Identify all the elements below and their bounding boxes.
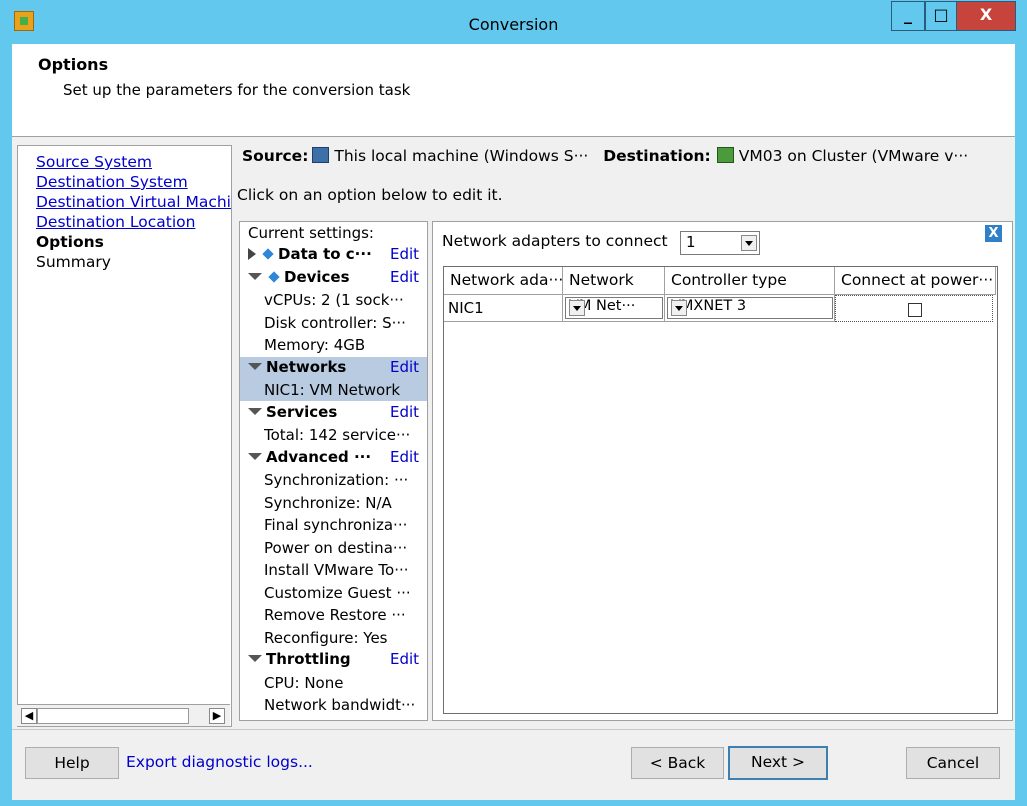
column-header-connect[interactable]: Connect at power···: [835, 267, 996, 295]
page-subtitle: Set up the parameters for the conversion…: [63, 81, 411, 99]
collapse-arrow-icon[interactable]: [248, 408, 262, 415]
expand-arrow-icon[interactable]: [248, 248, 256, 260]
next-button[interactable]: Next >: [728, 746, 828, 780]
virtual-machine-icon: [716, 147, 734, 163]
settings-heading: Current settings:: [248, 224, 374, 242]
networks-detail-panel: X Network adapters to connect 1 Network …: [432, 221, 1013, 721]
source-value: This local machine (Windows S···: [334, 147, 589, 165]
column-header-adapter[interactable]: Network ada···: [444, 267, 563, 295]
settings-data-to-copy[interactable]: Data to c··· Edit: [240, 244, 427, 266]
collapse-arrow-icon[interactable]: [248, 453, 262, 460]
diamond-icon: [262, 248, 274, 260]
cancel-button[interactable]: Cancel: [906, 747, 1000, 779]
network-select[interactable]: VM Net···: [565, 297, 663, 319]
settings-reconfigure[interactable]: Reconfigure: Yes: [240, 627, 427, 649]
dropdown-arrow-icon[interactable]: [569, 300, 585, 316]
controller-cell[interactable]: VMXNET 3: [665, 295, 835, 322]
settings-nic1[interactable]: NIC1: VM Network: [240, 379, 427, 401]
wizard-header: Options Set up the parameters for the co…: [12, 44, 1015, 137]
help-button[interactable]: Help: [25, 747, 119, 779]
export-diagnostic-logs-link[interactable]: Export diagnostic logs...: [126, 753, 313, 771]
adapters-count-select[interactable]: 1: [680, 231, 760, 255]
nav-summary: Summary: [36, 253, 111, 271]
nav-destination-location[interactable]: Destination Location: [36, 213, 195, 231]
edit-services-link[interactable]: Edit: [390, 403, 419, 421]
adapters-count-value: 1: [686, 233, 696, 251]
settings-memory[interactable]: Memory: 4GB: [240, 334, 427, 356]
column-header-controller[interactable]: Controller type: [665, 267, 835, 295]
close-panel-icon[interactable]: X: [985, 225, 1002, 242]
collapse-arrow-icon[interactable]: [248, 655, 262, 662]
table-row-nic1-adapter[interactable]: NIC1: [444, 295, 563, 322]
network-adapters-grid: Network ada··· Network Controller type C…: [443, 266, 998, 714]
source-label: Source:: [242, 147, 309, 165]
back-button[interactable]: < Back: [631, 747, 724, 779]
nav-destination-virtual-machine[interactable]: Destination Virtual Machi: [36, 193, 231, 211]
nav-source-system[interactable]: Source System: [36, 153, 152, 171]
scroll-thumb[interactable]: [37, 708, 189, 724]
column-header-network[interactable]: Network: [563, 267, 665, 295]
settings-install-tools[interactable]: Install VMware To···: [240, 559, 427, 581]
network-cell[interactable]: VM Net···: [563, 295, 665, 322]
scroll-right-icon[interactable]: ▶: [209, 708, 225, 724]
connect-cell[interactable]: [835, 295, 993, 322]
settings-power-on[interactable]: Power on destina···: [240, 537, 427, 559]
minimize-button[interactable]: _: [891, 1, 925, 31]
current-settings-list: Current settings: Data to c··· Edit Devi…: [239, 221, 428, 721]
edit-advanced-link[interactable]: Edit: [390, 448, 419, 466]
settings-synchronize[interactable]: Synchronize: N/A: [240, 492, 427, 514]
conversion-window: Conversion _ □ X Options Set up the para…: [0, 0, 1027, 806]
settings-services-total[interactable]: Total: 142 service···: [240, 424, 427, 446]
edit-throttling-link[interactable]: Edit: [390, 650, 419, 668]
nav-horizontal-scrollbar[interactable]: ◀ ▶: [17, 704, 230, 726]
window-title: Conversion: [468, 15, 559, 34]
edit-data-link[interactable]: Edit: [390, 245, 419, 263]
destination-label: Destination:: [603, 147, 711, 165]
maximize-button[interactable]: □: [925, 1, 957, 31]
edit-hint: Click on an option below to edit it.: [237, 186, 503, 204]
controller-type-select[interactable]: VMXNET 3: [667, 297, 833, 319]
nav-destination-system[interactable]: Destination System: [36, 173, 188, 191]
settings-vcpus[interactable]: vCPUs: 2 (1 sock···: [240, 289, 427, 311]
collapse-arrow-icon[interactable]: [248, 273, 262, 280]
settings-throttling[interactable]: Throttling Edit: [240, 649, 427, 671]
dropdown-arrow-icon[interactable]: [741, 235, 757, 251]
computer-icon: [312, 147, 330, 163]
settings-devices[interactable]: Devices Edit: [240, 267, 427, 289]
page-title: Options: [38, 55, 109, 74]
settings-disk-controller[interactable]: Disk controller: S···: [240, 312, 427, 334]
edit-devices-link[interactable]: Edit: [390, 268, 419, 286]
dialog-client-area: Options Set up the parameters for the co…: [12, 44, 1015, 800]
settings-final-synchronization[interactable]: Final synchroniza···: [240, 514, 427, 536]
connect-at-power-on-checkbox[interactable]: [908, 303, 922, 317]
scroll-left-icon[interactable]: ◀: [21, 708, 37, 724]
edit-networks-link[interactable]: Edit: [390, 358, 419, 376]
source-destination-bar: Source: This local machine (Windows S··· …: [242, 147, 1012, 165]
settings-networks[interactable]: Networks Edit: [240, 357, 427, 379]
wizard-step-list: Source System Destination System Destina…: [17, 145, 232, 727]
settings-network-bandwidth[interactable]: Network bandwidt···: [240, 694, 427, 716]
close-button[interactable]: X: [956, 1, 1016, 31]
collapse-arrow-icon[interactable]: [248, 363, 262, 370]
footer-divider: [12, 729, 1015, 730]
settings-services[interactable]: Services Edit: [240, 402, 427, 424]
settings-customize-guest[interactable]: Customize Guest ···: [240, 582, 427, 604]
dropdown-arrow-icon[interactable]: [671, 300, 687, 316]
settings-advanced[interactable]: Advanced ··· Edit: [240, 447, 427, 469]
nav-options-current: Options: [36, 233, 104, 251]
settings-remove-restore[interactable]: Remove Restore ···: [240, 604, 427, 626]
settings-cpu[interactable]: CPU: None: [240, 672, 427, 694]
settings-synchronization[interactable]: Synchronization: ···: [240, 469, 427, 491]
destination-value: VM03 on Cluster (VMware v···: [738, 147, 969, 165]
adapters-label: Network adapters to connect: [442, 232, 668, 250]
diamond-icon: [268, 271, 280, 283]
title-bar[interactable]: Conversion _ □ X: [0, 0, 1027, 38]
